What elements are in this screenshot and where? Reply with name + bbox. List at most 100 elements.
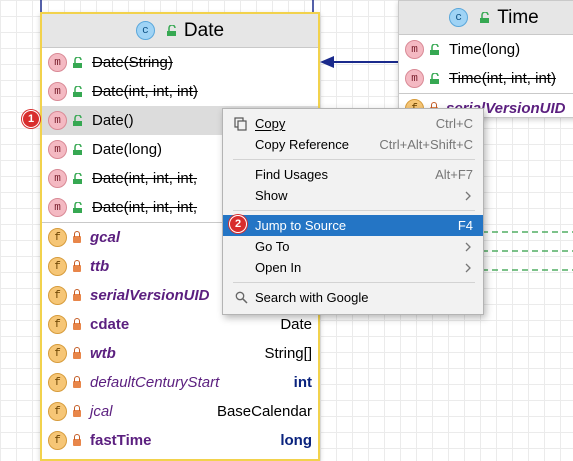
context-menu: Copy Ctrl+C Copy Reference Ctrl+Alt+Shif… — [222, 108, 484, 315]
menu-item-go-to[interactable]: Go To — [223, 236, 483, 257]
method-name: Time(int, int, int) — [449, 70, 556, 87]
method-m-icon: m — [405, 69, 424, 88]
menu-item-shortcut: F4 — [457, 218, 473, 233]
method-m-icon: m — [48, 198, 67, 217]
menu-item-label: Search with Google — [255, 290, 369, 305]
method-name: Date(int, int, int, — [92, 170, 198, 187]
step-badge-2: 2 — [229, 215, 247, 233]
copy-icon — [234, 116, 247, 131]
menu-separator — [233, 210, 475, 211]
private-lock-icon — [73, 405, 81, 417]
menu-separator — [233, 159, 475, 160]
field-type: int — [293, 374, 312, 391]
menu-item-copy[interactable]: Copy Ctrl+C — [223, 113, 483, 134]
method-name: Date(String) — [92, 54, 173, 71]
private-lock-icon — [73, 289, 81, 301]
menu-item-show[interactable]: Show — [223, 185, 483, 206]
date-class-header: c Date — [42, 14, 318, 48]
public-visibility-icon — [73, 56, 82, 68]
field-f-icon: f — [48, 373, 67, 392]
field-type: long — [280, 432, 312, 449]
public-visibility-icon — [73, 172, 82, 184]
menu-item-jump-to-source[interactable]: Jump to Source F4 — [223, 215, 483, 236]
field-name: wtb — [90, 345, 116, 362]
method-m-icon: m — [48, 82, 67, 101]
field-name: fastTime — [90, 432, 152, 449]
menu-item-label: Find Usages — [255, 167, 328, 182]
method-m-icon: m — [48, 111, 67, 130]
field-name: serialVersionUID — [90, 287, 210, 304]
menu-item-label: Open In — [255, 260, 302, 275]
menu-item-find-usages[interactable]: Find Usages Alt+F7 — [223, 164, 483, 185]
private-lock-icon — [73, 376, 81, 388]
field-name: defaultCenturyStart — [90, 374, 220, 391]
date-method-row[interactable]: m Date(int, int, int) — [42, 77, 318, 106]
field-name: gcal — [90, 229, 121, 246]
class-c-icon: c — [449, 8, 469, 27]
menu-item-shortcut: Ctrl+C — [435, 116, 473, 131]
private-lock-icon — [73, 231, 81, 243]
field-name: jcal — [90, 403, 113, 420]
field-f-icon: f — [48, 402, 67, 421]
search-icon — [235, 291, 248, 304]
date-class-title: Date — [183, 19, 225, 41]
time-method-row[interactable]: m Time(int, int, int) — [399, 64, 573, 93]
method-name: Date(int, int, int, — [92, 199, 198, 216]
class-c-icon: c — [135, 21, 155, 40]
menu-item-shortcut: Alt+F7 — [435, 167, 473, 182]
chevron-right-icon — [465, 242, 471, 251]
field-type: BaseCalendar — [216, 403, 312, 420]
chevron-right-icon — [465, 263, 471, 272]
date-field-row[interactable]: f defaultCenturyStart int — [42, 368, 318, 397]
field-name: ttb — [90, 258, 110, 275]
date-field-row[interactable]: f wtb String[] — [42, 339, 318, 368]
field-f-icon: f — [48, 315, 67, 334]
private-lock-icon — [73, 260, 81, 272]
menu-item-label: Copy — [255, 116, 286, 131]
field-f-icon: f — [48, 431, 67, 450]
field-f-icon: f — [48, 228, 67, 247]
public-visibility-icon — [166, 24, 176, 36]
private-lock-icon — [73, 318, 81, 330]
time-class-title: Time — [497, 6, 539, 28]
private-lock-icon — [73, 347, 81, 359]
menu-item-label: Go To — [255, 239, 290, 254]
public-visibility-icon — [73, 114, 82, 126]
private-lock-icon — [73, 434, 81, 446]
step-badge-1: 1 — [22, 110, 40, 128]
menu-item-label: Copy Reference — [255, 137, 349, 152]
field-type: Date — [280, 316, 312, 333]
public-visibility-icon — [480, 11, 490, 23]
method-m-icon: m — [48, 53, 67, 72]
public-visibility-icon — [430, 72, 439, 84]
field-name: cdate — [90, 316, 130, 333]
method-m-icon: m — [48, 140, 67, 159]
public-visibility-icon — [430, 43, 439, 55]
menu-item-copy-reference[interactable]: Copy Reference Ctrl+Alt+Shift+C — [223, 134, 483, 155]
method-name: Date(long) — [92, 141, 163, 158]
date-field-row[interactable]: f fastTime long — [42, 426, 318, 455]
method-m-icon: m — [405, 40, 424, 59]
time-class-header: c Time — [399, 1, 573, 35]
time-class-box[interactable]: c Time m Time(long) m Time(int, int, int… — [398, 0, 573, 118]
chevron-right-icon — [465, 191, 471, 200]
menu-item-shortcut: Ctrl+Alt+Shift+C — [379, 137, 473, 152]
method-name: Date(int, int, int) — [92, 83, 198, 100]
public-visibility-icon — [73, 85, 82, 97]
field-f-icon: f — [48, 344, 67, 363]
field-type: String[] — [264, 345, 312, 362]
date-method-row[interactable]: m Date(String) — [42, 48, 318, 77]
menu-item-label: Show — [255, 188, 288, 203]
menu-item-search-with-google[interactable]: Search with Google — [223, 287, 483, 308]
method-m-icon: m — [48, 169, 67, 188]
menu-item-open-in[interactable]: Open In — [223, 257, 483, 278]
menu-separator — [233, 282, 475, 283]
menu-item-label: Jump to Source — [255, 218, 347, 233]
field-f-icon: f — [48, 286, 67, 305]
date-field-row[interactable]: f jcal BaseCalendar — [42, 397, 318, 426]
public-visibility-icon — [73, 143, 82, 155]
method-name: Time(long) — [449, 41, 521, 58]
time-method-row[interactable]: m Time(long) — [399, 35, 573, 64]
public-visibility-icon — [73, 201, 82, 213]
method-name: Date() — [92, 112, 134, 129]
